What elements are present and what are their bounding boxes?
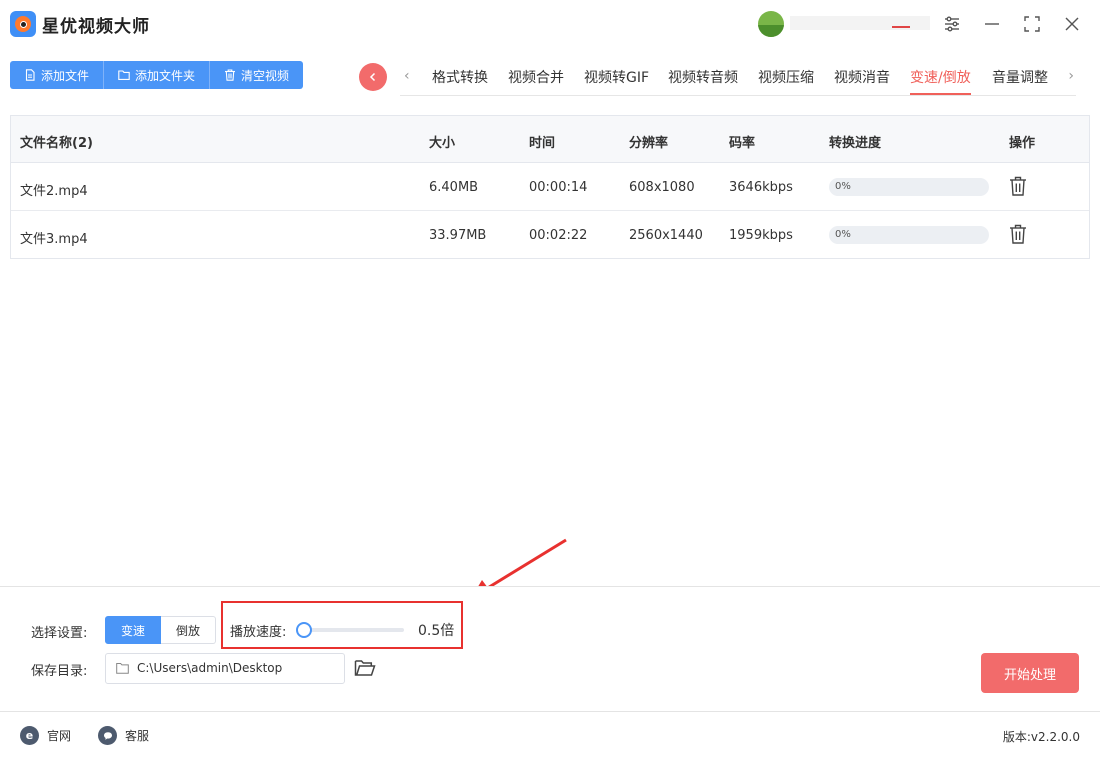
header-resolution: 分辨率 xyxy=(629,136,669,151)
tab-video-to-gif[interactable]: 视频转GIF xyxy=(584,67,649,95)
speed-slider[interactable] xyxy=(296,622,404,638)
cell-resolution: 608x1080 xyxy=(629,180,695,195)
website-label: 官网 xyxy=(47,729,72,743)
table-row[interactable]: 文件3.mp4 33.97MB 00:02:22 2560x1440 1959k… xyxy=(11,211,1089,259)
tab-volume-adjust[interactable]: 音量调整 xyxy=(992,67,1048,95)
chevron-left-icon xyxy=(369,72,376,82)
tab-scroll-right-icon[interactable]: › xyxy=(1068,68,1074,84)
add-file-button[interactable]: 添加文件 xyxy=(10,61,105,89)
progress-bar: 0% xyxy=(829,178,989,196)
mode-speed-button[interactable]: 变速 xyxy=(105,616,162,644)
support-label: 客服 xyxy=(125,729,150,743)
settings-panel: 选择设置: 变速 倒放 播放速度: 0.5倍 保存目录: C:\Users\ad… xyxy=(0,586,1100,712)
table-header: 文件名称(2) 大小 时间 分辨率 码率 转换进度 操作 xyxy=(11,116,1089,163)
header-action: 操作 xyxy=(1009,136,1036,151)
website-icon: e xyxy=(20,726,39,745)
cell-filename: 文件3.mp4 xyxy=(20,232,88,247)
cell-duration: 00:00:14 xyxy=(529,180,588,195)
tab-scroll-left-icon[interactable]: ‹ xyxy=(404,68,410,84)
header-filename: 文件名称(2) xyxy=(20,136,93,151)
title-bar: 星优视频大师 xyxy=(0,0,1100,48)
close-icon[interactable] xyxy=(1058,10,1086,38)
folder-outline-icon xyxy=(116,663,129,674)
delete-icon[interactable] xyxy=(1009,224,1027,244)
minimize-icon[interactable] xyxy=(978,10,1006,38)
file-list-empty-area xyxy=(10,259,1090,575)
progress-bar: 0% xyxy=(829,226,989,244)
toolbar: 添加文件 添加文件夹 清空视频 xyxy=(10,61,304,89)
progress-label: 0% xyxy=(835,181,851,192)
save-dir-label: 保存目录: xyxy=(31,664,88,679)
delete-icon[interactable] xyxy=(1009,176,1027,196)
save-path-field[interactable]: C:\Users\admin\Desktop xyxy=(105,653,345,684)
cell-size: 33.97MB xyxy=(429,228,487,243)
browse-folder-icon[interactable] xyxy=(354,658,376,678)
header-duration: 时间 xyxy=(529,136,556,151)
header-progress: 转换进度 xyxy=(829,136,882,151)
user-avatar[interactable] xyxy=(758,11,784,37)
tab-video-compress[interactable]: 视频压缩 xyxy=(758,67,814,95)
clear-videos-button[interactable]: 清空视频 xyxy=(210,61,304,89)
progress-label: 0% xyxy=(835,229,851,240)
start-processing-button[interactable]: 开始处理 xyxy=(981,653,1079,693)
file-icon xyxy=(24,69,36,81)
folder-icon xyxy=(118,69,130,81)
cell-size: 6.40MB xyxy=(429,180,479,195)
cell-bitrate: 3646kbps xyxy=(729,180,793,195)
tab-video-to-audio[interactable]: 视频转音频 xyxy=(668,67,738,95)
settings-icon[interactable] xyxy=(938,10,966,38)
mode-selector: 变速 倒放 xyxy=(105,616,217,644)
speed-slider-handle[interactable] xyxy=(296,622,312,638)
website-link[interactable]: e 官网 xyxy=(20,726,71,745)
table-row[interactable]: 文件2.mp4 6.40MB 00:00:14 608x1080 3646kbp… xyxy=(11,163,1089,211)
cell-filename: 文件2.mp4 xyxy=(20,184,88,199)
user-name-redacted xyxy=(790,16,930,30)
file-table: 文件名称(2) 大小 时间 分辨率 码率 转换进度 操作 文件2.mp4 6.4… xyxy=(10,115,1090,259)
speed-label: 播放速度: xyxy=(230,625,287,640)
collapse-button[interactable] xyxy=(359,63,387,91)
tab-format-convert[interactable]: 格式转换 xyxy=(432,67,488,95)
cell-duration: 00:02:22 xyxy=(529,228,588,243)
tab-speed-reverse[interactable]: 变速/倒放 xyxy=(910,67,971,95)
maximize-icon[interactable] xyxy=(1018,10,1046,38)
mode-reverse-button[interactable]: 倒放 xyxy=(161,616,217,644)
support-link[interactable]: 客服 xyxy=(98,726,149,745)
tab-video-merge[interactable]: 视频合并 xyxy=(508,67,564,95)
footer: e 官网 客服 版本:v2.2.0.0 xyxy=(0,712,1100,760)
add-folder-button[interactable]: 添加文件夹 xyxy=(104,61,211,89)
tab-video-mute[interactable]: 视频消音 xyxy=(834,67,890,95)
tab-bar: ‹ 格式转换 视频合并 视频转GIF 视频转音频 视频压缩 视频消音 变速/倒放… xyxy=(400,60,1076,96)
version-label: 版本:v2.2.0.0 xyxy=(1002,730,1080,744)
save-path-value: C:\Users\admin\Desktop xyxy=(137,661,283,675)
header-bitrate: 码率 xyxy=(729,136,756,151)
chat-bubble-icon xyxy=(98,726,117,745)
header-size: 大小 xyxy=(429,136,456,151)
cell-resolution: 2560x1440 xyxy=(629,228,703,243)
mode-label: 选择设置: xyxy=(31,626,88,641)
add-folder-label: 添加文件夹 xyxy=(135,68,196,83)
cell-bitrate: 1959kbps xyxy=(729,228,793,243)
add-file-label: 添加文件 xyxy=(41,68,90,83)
speed-value: 0.5倍 xyxy=(418,623,455,639)
app-logo-icon xyxy=(10,11,36,37)
app-title: 星优视频大师 xyxy=(42,17,150,37)
clear-videos-label: 清空视频 xyxy=(241,68,290,83)
trash-icon xyxy=(224,69,236,81)
